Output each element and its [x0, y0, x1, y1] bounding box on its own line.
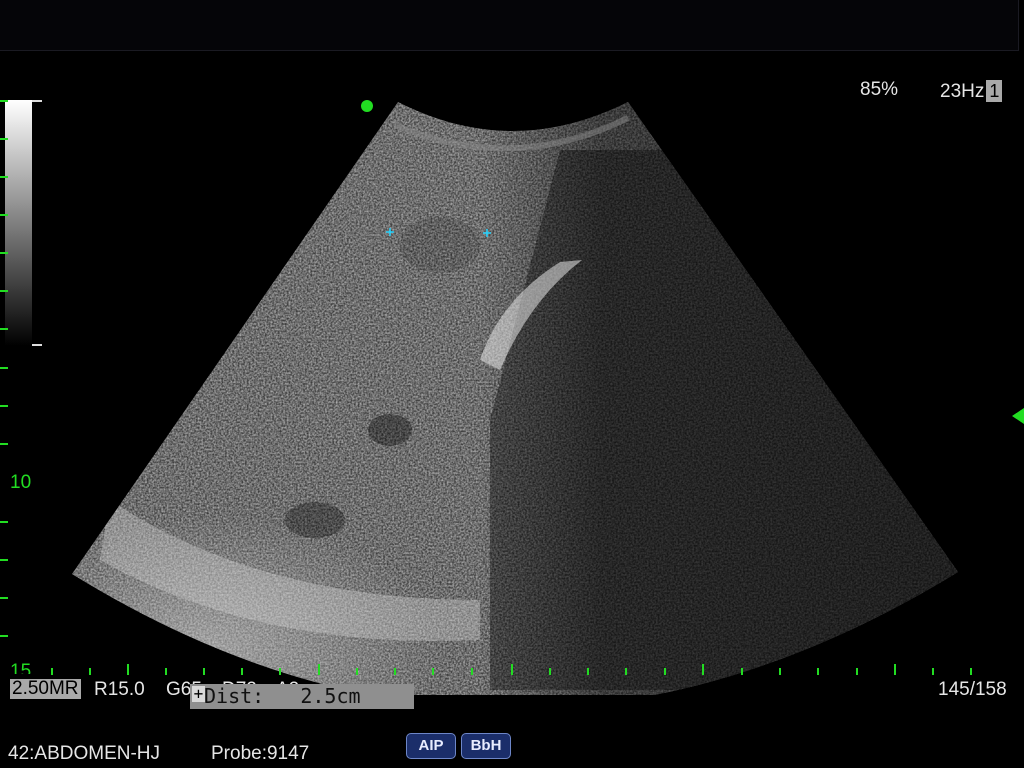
aip-button[interactable]: AIP	[406, 733, 456, 759]
cine-frame-counter: 145/158	[938, 679, 1007, 700]
scan-sector	[72, 102, 958, 695]
lateral-scale-ticks	[51, 664, 972, 675]
measurement-label: Dist:	[204, 684, 265, 708]
focus-marker-icon[interactable]	[1012, 408, 1024, 424]
distance-measurement-box[interactable]: + Dist: 2.5cm	[190, 684, 414, 709]
orientation-marker	[361, 100, 373, 112]
grayscale-bar	[5, 100, 42, 346]
depth-label-10: 10	[10, 472, 32, 493]
exam-preset-label: 42:ABDOMEN-HJ	[8, 743, 161, 764]
frame-rate-value: 23Hz	[940, 81, 985, 102]
probe-label: Probe:9147	[211, 743, 310, 764]
frame-rate-readout: 23Hz 1	[940, 80, 1003, 102]
acoustic-power-readout: 85%	[860, 79, 899, 100]
measurement-value: 2.5cm	[300, 684, 361, 708]
ultrasound-image[interactable]	[0, 0, 1024, 768]
frequency-readout: 2.50MR	[10, 678, 81, 699]
measurement-text: Dist: 2.5cm	[204, 684, 361, 709]
depth-label-15: 15	[10, 662, 32, 674]
bbh-button[interactable]: BbH	[461, 733, 511, 759]
focal-zone-badge: 1	[986, 80, 1003, 102]
resolution-readout: R15.0	[94, 679, 145, 700]
